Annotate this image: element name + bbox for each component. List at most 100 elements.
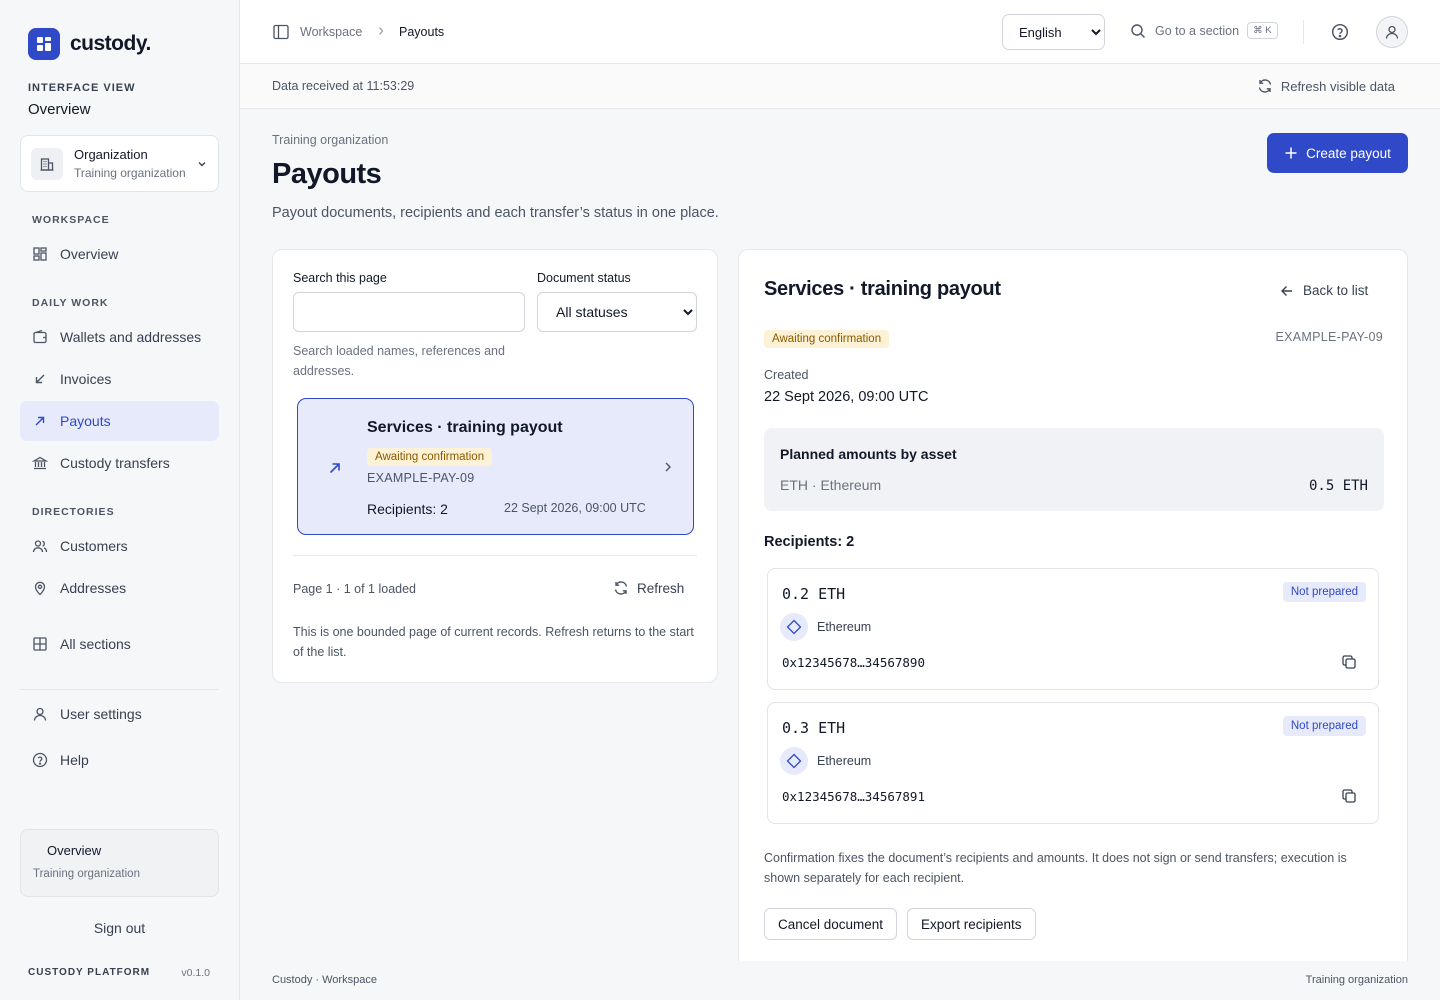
sidebar-item-addresses[interactable]: Addresses — [20, 568, 219, 608]
brand-name: custody. — [70, 32, 151, 55]
user-avatar[interactable] — [1376, 16, 1408, 48]
sidebar-item-label: Wallets and addresses — [60, 329, 202, 345]
planned-asset: ETH · Ethereum — [780, 477, 882, 493]
page-eyebrow: Training organization — [272, 133, 389, 147]
help-circle-icon[interactable] — [1331, 23, 1349, 41]
refresh-list-button[interactable]: Refresh — [613, 580, 684, 596]
user-icon — [33, 707, 47, 721]
page-title: Payouts — [272, 158, 382, 190]
sidebar-item-wallets[interactable]: Wallets and addresses — [20, 317, 219, 357]
created-label: Created — [764, 368, 809, 382]
copy-icon[interactable] — [1340, 787, 1358, 805]
planned-amount: 0.5 ETH — [1308, 478, 1368, 494]
sidebar-item-custody-transfers[interactable]: Custody transfers — [20, 443, 219, 483]
status-badge: Awaiting confirmation — [367, 448, 493, 466]
goto-section-label: Go to a section — [1155, 23, 1240, 38]
document-status-label: Document status — [537, 271, 631, 285]
top-bar: Workspace Payouts English Go to a sectio… — [240, 0, 1440, 64]
document-status-select[interactable]: All statuses — [537, 292, 697, 332]
network-name: Ethereum — [817, 754, 872, 768]
sidebar-item-overview[interactable]: Overview — [20, 234, 219, 274]
goto-section-search[interactable]: Go to a section ⌘ K — [1130, 22, 1278, 39]
search-help-text: Search loaded names, references and addr… — [293, 344, 505, 378]
search-input[interactable] — [293, 292, 525, 332]
sidebar-item-invoices[interactable]: Invoices — [20, 359, 219, 399]
back-to-list-button[interactable]: Back to list — [1280, 283, 1368, 298]
arrow-up-right-icon — [329, 463, 340, 474]
recipient-card: 0.2 ETH Not prepared Ethereum 0x12345678… — [767, 568, 1379, 690]
detail-reference: EXAMPLE-PAY-09 — [1275, 330, 1383, 344]
planned-amounts-panel: Planned amounts by asset ETH · Ethereum … — [764, 428, 1384, 511]
arrow-down-left-icon — [35, 374, 45, 384]
sidebar-item-label: User settings — [60, 706, 142, 722]
organization-title: Organization — [74, 147, 148, 162]
section-label-daily-work: DAILY WORK — [32, 297, 109, 309]
recipient-amount: 0.3 ETH — [782, 719, 846, 737]
chevron-right-icon — [379, 27, 384, 35]
ethereum-icon — [780, 613, 808, 641]
sidebar-item-label: Addresses — [60, 580, 127, 596]
sidebar-divider — [20, 689, 219, 690]
create-payout-button[interactable]: Create payout — [1267, 133, 1408, 173]
users-icon — [32, 540, 48, 553]
payout-reference: EXAMPLE-PAY-09 — [367, 471, 475, 485]
chevron-right-icon — [665, 462, 671, 472]
sidebar-item-label: Invoices — [60, 371, 112, 387]
payout-detail-card: Services · training payout Back to list … — [738, 249, 1408, 961]
status-badge: Not prepared — [1282, 716, 1366, 736]
status-badge: Awaiting confirmation — [764, 330, 890, 348]
page-description: Payout documents, recipients and each tr… — [272, 205, 719, 221]
list-divider — [293, 555, 697, 556]
sidebar-item-label: Help — [60, 752, 89, 768]
arrow-left-icon — [1281, 285, 1292, 296]
bank-icon — [32, 456, 48, 470]
sign-out-button[interactable]: Sign out — [20, 920, 219, 936]
footer-left: Custody · Workspace — [272, 974, 377, 986]
wallet-icon — [33, 329, 47, 344]
recipient-card: 0.3 ETH Not prepared Ethereum 0x12345678… — [767, 702, 1379, 824]
section-label-directories: DIRECTORIES — [32, 506, 115, 518]
cancel-document-button[interactable]: Cancel document — [764, 908, 898, 940]
sidebar-item-payouts[interactable]: Payouts — [20, 401, 219, 441]
shortcut-hint: ⌘ K — [1247, 22, 1278, 39]
chevron-down-icon — [198, 161, 206, 166]
created-value: 22 Sept 2026, 09:00 UTC — [764, 389, 929, 405]
sidebar: custody. INTERFACE VIEW Overview Organiz… — [0, 0, 240, 1000]
grid-icon — [33, 637, 47, 651]
map-pin-icon — [34, 581, 46, 596]
data-received-text: Data received at 11:53:29 — [272, 79, 415, 93]
brand[interactable]: custody. — [28, 28, 151, 60]
planned-amounts-title: Planned amounts by asset — [780, 446, 957, 462]
data-status-bar: Data received at 11:53:29 Refresh visibl… — [240, 64, 1440, 109]
network-name: Ethereum — [817, 620, 872, 634]
organization-switcher[interactable]: Organization Training organization — [20, 135, 219, 192]
context-card[interactable]: Overview Training organization — [20, 829, 219, 897]
interface-view-value: Overview — [28, 101, 91, 118]
sidebar-toggle-icon[interactable] — [272, 23, 290, 41]
sidebar-item-help[interactable]: Help — [20, 740, 219, 780]
detail-title: Services · training payout — [764, 278, 1001, 300]
brand-logo-icon — [28, 28, 60, 60]
sidebar-item-all-sections[interactable]: All sections — [20, 624, 219, 664]
recipient-address: 0x12345678…34567891 — [782, 789, 925, 804]
copy-icon[interactable] — [1340, 653, 1358, 671]
sidebar-item-user-settings[interactable]: User settings — [20, 694, 219, 734]
recipient-address: 0x12345678…34567890 — [782, 655, 925, 670]
search-label: Search this page — [293, 271, 387, 285]
page-info: Page 1 · 1 of 1 loaded — [293, 582, 417, 596]
language-select[interactable]: English — [1002, 14, 1105, 50]
refresh-visible-data-button[interactable]: Refresh visible data — [1257, 78, 1395, 94]
user-icon — [1385, 25, 1399, 39]
dashboard-icon — [33, 247, 47, 261]
sidebar-item-label: Customers — [60, 538, 128, 554]
ethereum-icon — [780, 747, 808, 775]
refresh-icon — [614, 581, 628, 595]
breadcrumb-workspace[interactable]: Workspace — [300, 25, 362, 39]
recipient-network: Ethereum — [780, 613, 871, 641]
arrow-up-right-icon — [35, 416, 45, 426]
version-label: v0.1.0 — [181, 967, 210, 979]
payout-list-item[interactable]: Services · training payout Awaiting conf… — [297, 398, 694, 535]
sidebar-item-customers[interactable]: Customers — [20, 526, 219, 566]
export-recipients-button[interactable]: Export recipients — [907, 908, 1036, 940]
payouts-list-card: Search this page Document status All sta… — [272, 249, 718, 683]
